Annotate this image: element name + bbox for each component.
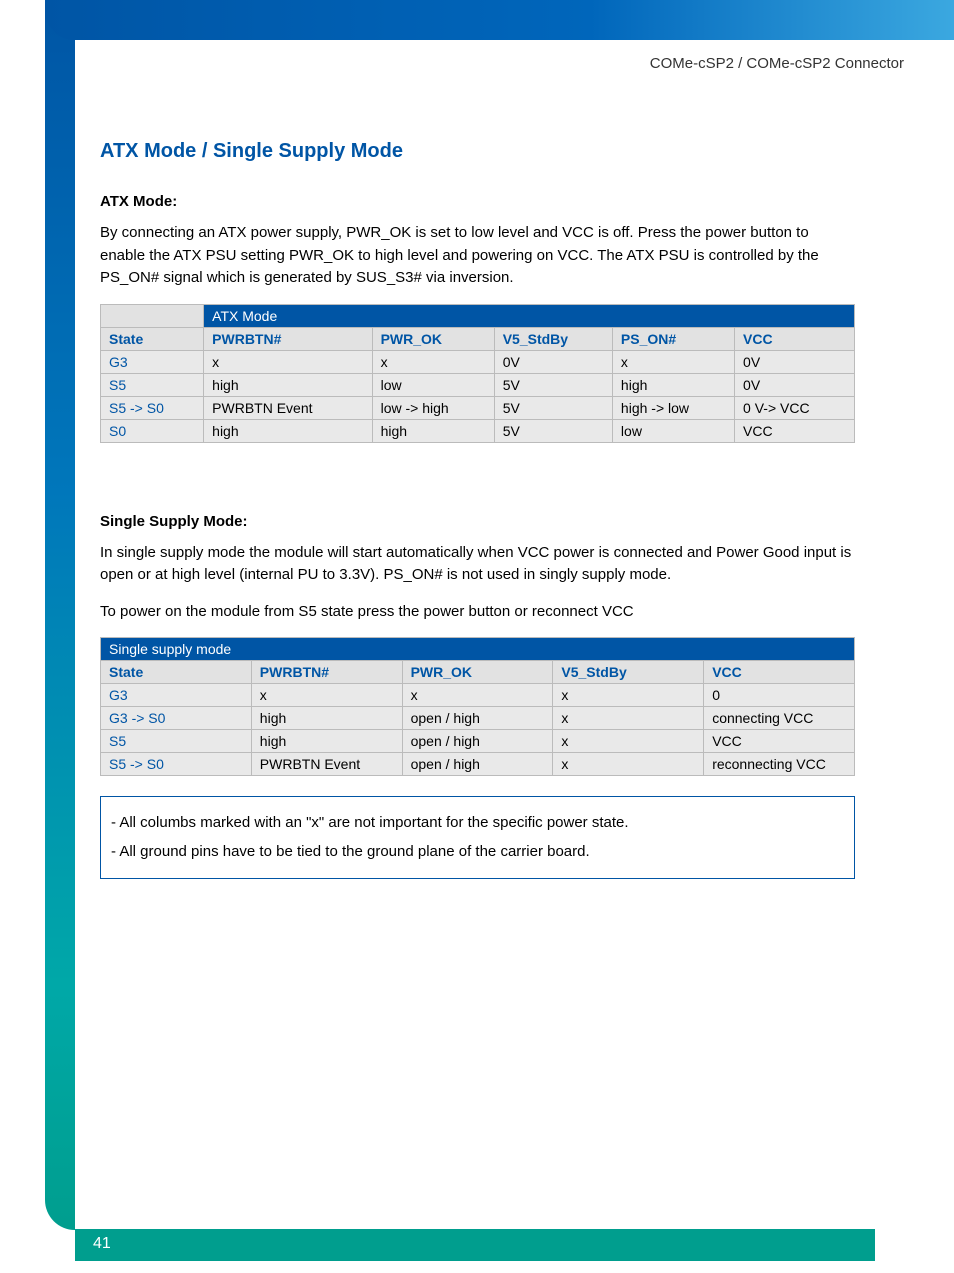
breadcrumb: COMe-cSP2 / COMe-cSP2 Connector — [650, 55, 904, 72]
cell: 0 — [704, 684, 855, 707]
cell: x — [612, 350, 734, 373]
cell: 0V — [735, 373, 855, 396]
cell: reconnecting VCC — [704, 753, 855, 776]
cell-state: S5 — [101, 373, 204, 396]
col-head: State — [101, 327, 204, 350]
cell: high — [204, 373, 372, 396]
table-row: S5 high low 5V high 0V — [101, 373, 855, 396]
single-supply-table: Single supply mode State PWRBTN# PWR_OK … — [100, 637, 855, 776]
col-head: State — [101, 661, 252, 684]
cell: x — [553, 753, 704, 776]
atx-mode-heading: ATX Mode: — [100, 193, 855, 210]
single-table-title: Single supply mode — [101, 638, 855, 661]
col-head: V5_StdBy — [553, 661, 704, 684]
cell: low — [372, 373, 494, 396]
cell: x — [251, 684, 402, 707]
single-supply-heading: Single Supply Mode: — [100, 513, 855, 530]
cell: 5V — [494, 373, 612, 396]
note-line: - All ground pins have to be tied to the… — [111, 838, 844, 867]
section-title: ATX Mode / Single Supply Mode — [100, 140, 855, 163]
cell: 0 V-> VCC — [735, 396, 855, 419]
cell: PWRBTN Event — [251, 753, 402, 776]
col-head: PWRBTN# — [204, 327, 372, 350]
single-supply-paragraph-2: To power on the module from S5 state pre… — [100, 601, 855, 624]
col-head: VCC — [704, 661, 855, 684]
table-header-row: State PWRBTN# PWR_OK V5_StdBy VCC — [101, 661, 855, 684]
table-spacer — [101, 304, 204, 327]
table-row: S5 high open / high x VCC — [101, 730, 855, 753]
cell: 5V — [494, 396, 612, 419]
cell: high -> low — [612, 396, 734, 419]
cell: x — [553, 707, 704, 730]
note-line: - All columbs marked with an "x" are not… — [111, 809, 844, 838]
cell: VCC — [704, 730, 855, 753]
col-head: PS_ON# — [612, 327, 734, 350]
cell-state: S5 -> S0 — [101, 396, 204, 419]
cell: high — [251, 730, 402, 753]
col-head: PWR_OK — [402, 661, 553, 684]
page-content: ATX Mode / Single Supply Mode ATX Mode: … — [100, 140, 855, 879]
cell: open / high — [402, 730, 553, 753]
col-head: V5_StdBy — [494, 327, 612, 350]
cell: low — [612, 419, 734, 442]
cell-state: S5 -> S0 — [101, 753, 252, 776]
left-decor-bar — [45, 0, 75, 1230]
cell: x — [204, 350, 372, 373]
cell: x — [402, 684, 553, 707]
cell-state: S5 — [101, 730, 252, 753]
cell: high — [372, 419, 494, 442]
cell-state: G3 -> S0 — [101, 707, 252, 730]
cell: high — [204, 419, 372, 442]
cell: low -> high — [372, 396, 494, 419]
notes-box: - All columbs marked with an "x" are not… — [100, 796, 855, 879]
cell: 0V — [494, 350, 612, 373]
atx-mode-table: ATX Mode State PWRBTN# PWR_OK V5_StdBy P… — [100, 304, 855, 443]
top-decor-bar — [45, 0, 954, 40]
table-row: G3 x x 0V x 0V — [101, 350, 855, 373]
cell: x — [372, 350, 494, 373]
table-row: S0 high high 5V low VCC — [101, 419, 855, 442]
table-header-row: State PWRBTN# PWR_OK V5_StdBy PS_ON# VCC — [101, 327, 855, 350]
cell: x — [553, 730, 704, 753]
single-supply-paragraph-1: In single supply mode the module will st… — [100, 542, 855, 587]
table-row: S5 -> S0 PWRBTN Event open / high x reco… — [101, 753, 855, 776]
table-row: G3 -> S0 high open / high x connecting V… — [101, 707, 855, 730]
cell-state: S0 — [101, 419, 204, 442]
table-row: G3 x x x 0 — [101, 684, 855, 707]
cell: open / high — [402, 707, 553, 730]
cell: PWRBTN Event — [204, 396, 372, 419]
cell: high — [612, 373, 734, 396]
col-head: PWRBTN# — [251, 661, 402, 684]
cell: 5V — [494, 419, 612, 442]
col-head: PWR_OK — [372, 327, 494, 350]
cell: open / high — [402, 753, 553, 776]
cell-state: G3 — [101, 684, 252, 707]
atx-table-title: ATX Mode — [204, 304, 855, 327]
atx-mode-paragraph: By connecting an ATX power supply, PWR_O… — [100, 222, 855, 290]
col-head: VCC — [735, 327, 855, 350]
page-number: 41 — [75, 1229, 875, 1261]
cell: connecting VCC — [704, 707, 855, 730]
cell: 0V — [735, 350, 855, 373]
table-row: S5 -> S0 PWRBTN Event low -> high 5V hig… — [101, 396, 855, 419]
cell: x — [553, 684, 704, 707]
cell: VCC — [735, 419, 855, 442]
cell: high — [251, 707, 402, 730]
cell-state: G3 — [101, 350, 204, 373]
